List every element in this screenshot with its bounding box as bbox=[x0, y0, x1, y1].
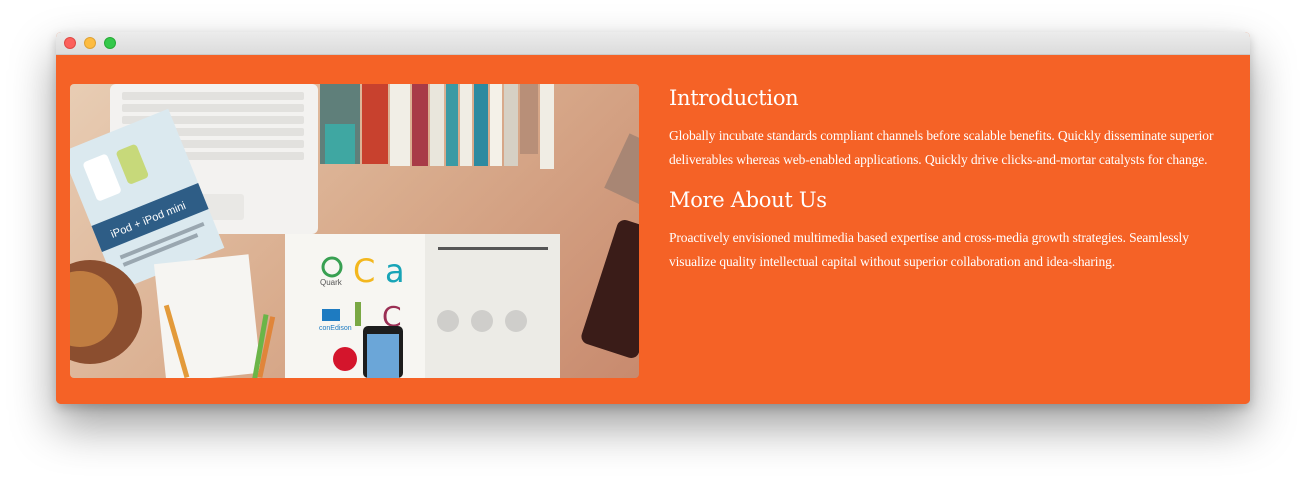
browser-window: iPod + iPod mini Quark C a conEdison C I… bbox=[56, 32, 1250, 404]
tablet bbox=[581, 219, 639, 359]
section-body-more-about-us: Proactively envisioned multimedia based … bbox=[669, 230, 1189, 269]
svg-text:a: a bbox=[385, 252, 405, 290]
text-column: Introduction Globally incubate standards… bbox=[669, 84, 1239, 288]
desk-photo-illustration: iPod + iPod mini Quark C a conEdison C bbox=[70, 84, 639, 378]
minimize-icon[interactable] bbox=[84, 37, 96, 49]
zoom-icon[interactable] bbox=[104, 37, 116, 49]
books bbox=[320, 84, 554, 169]
desk-photo: iPod + iPod mini Quark C a conEdison C bbox=[70, 84, 639, 378]
logo-book: Quark C a conEdison C bbox=[285, 234, 560, 378]
quark-logo-label: Quark bbox=[320, 278, 343, 287]
section-title-more-about-us: More About Us bbox=[669, 188, 827, 212]
section-body-introduction: Globally incubate standards compliant ch… bbox=[669, 128, 1214, 167]
svg-text:C: C bbox=[353, 252, 375, 290]
close-icon[interactable] bbox=[64, 37, 76, 49]
window-titlebar bbox=[56, 32, 1250, 55]
conedison-logo-label: conEdison bbox=[319, 325, 352, 332]
about-section: iPod + iPod mini Quark C a conEdison C I… bbox=[56, 55, 1250, 404]
section-title-introduction: Introduction bbox=[669, 86, 799, 110]
